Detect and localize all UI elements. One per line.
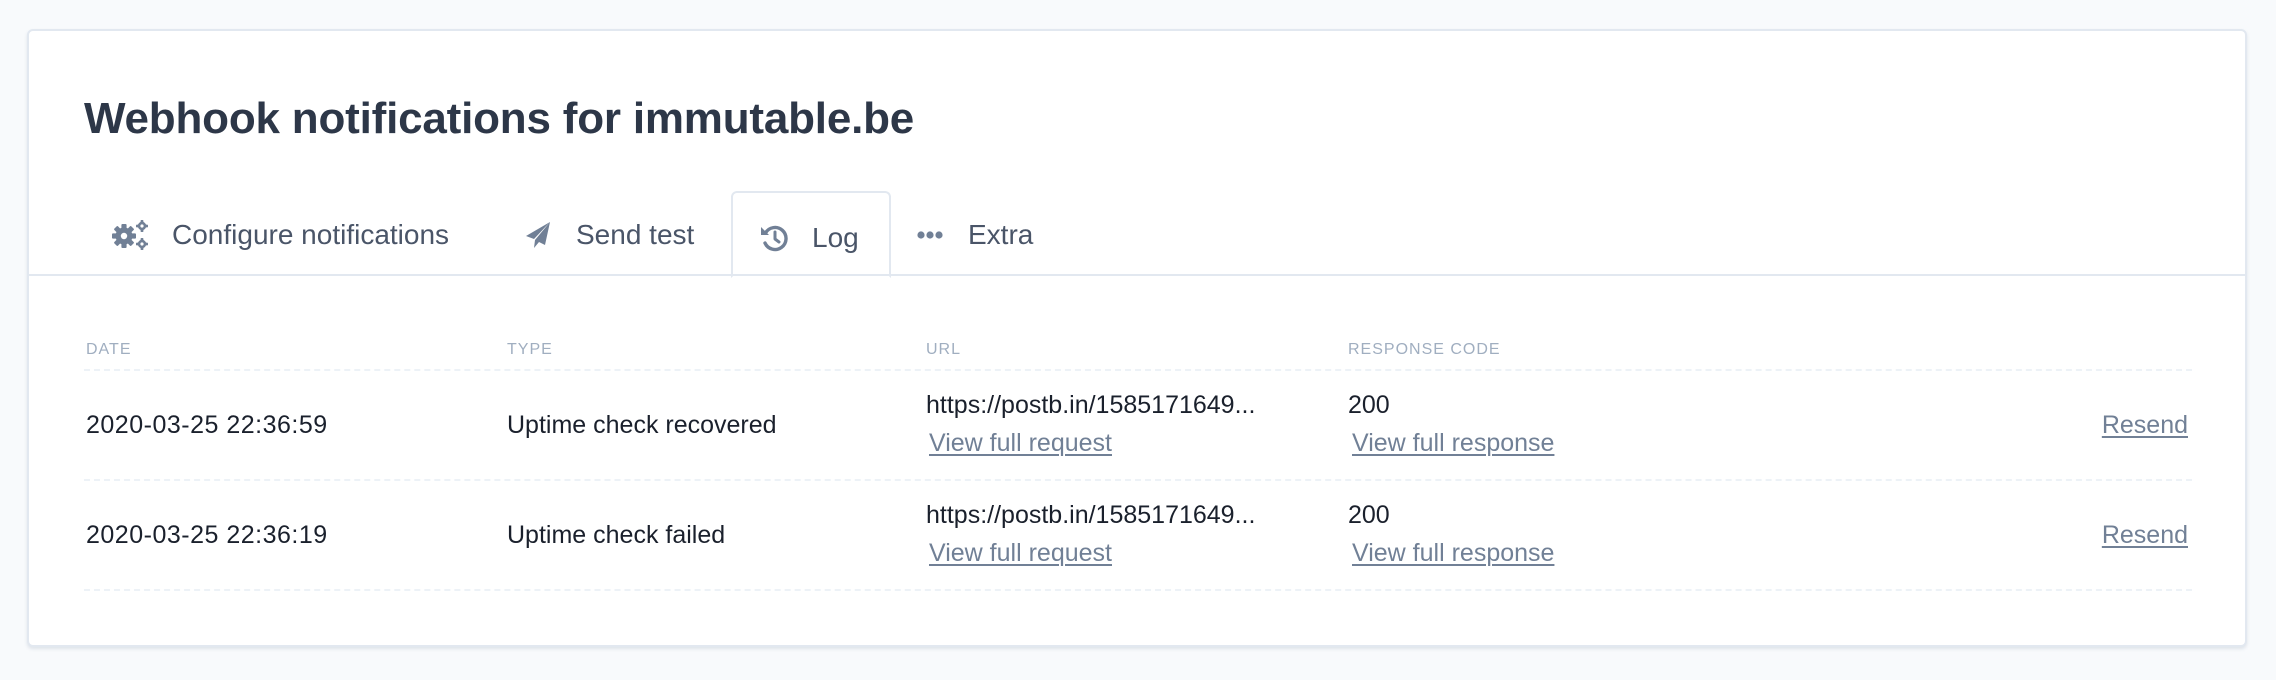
- webhook-notifications-card: Webhook notifications for immutable.be C…: [27, 29, 2247, 647]
- cogs-icon: [112, 219, 149, 250]
- response-code-cell: 200: [1348, 391, 1390, 419]
- tabs-divider: [29, 274, 2245, 276]
- column-header-type: Type: [507, 341, 553, 358]
- tab-extra[interactable]: Extra: [917, 193, 1033, 276]
- type-cell: Uptime check recovered: [507, 411, 777, 439]
- type-cell: Uptime check failed: [507, 521, 726, 549]
- table-header: Date Type URL Response code: [84, 331, 2192, 371]
- date-cell: 2020-03-25 22:36:59: [86, 411, 328, 439]
- column-header-response-code: Response code: [1348, 341, 1501, 358]
- webhook-log-table: Date Type URL Response code 2020-03-25 2…: [84, 331, 2192, 591]
- view-full-request-link[interactable]: View full request: [929, 539, 1112, 568]
- column-header-url: URL: [926, 341, 962, 358]
- tab-label: Configure notifications: [172, 218, 450, 250]
- table-row: 2020-03-25 22:36:19 Uptime check failed …: [84, 481, 2192, 591]
- response-code-cell: 200: [1348, 501, 1390, 529]
- view-full-request-link[interactable]: View full request: [929, 429, 1112, 458]
- column-header-date: Date: [86, 341, 132, 358]
- paper-plane-icon: [525, 221, 551, 249]
- tab-label: Send test: [576, 218, 695, 250]
- tab-configure-notifications[interactable]: Configure notifications: [112, 193, 449, 276]
- ellipsis-icon: [917, 230, 943, 240]
- url-cell: https://postb.in/1585171649...: [926, 501, 1256, 529]
- resend-link[interactable]: Resend: [2102, 411, 2188, 440]
- history-icon: [760, 224, 788, 252]
- tab-label: Log: [812, 221, 859, 253]
- table-row: 2020-03-25 22:36:59 Uptime check recover…: [84, 371, 2192, 481]
- resend-link[interactable]: Resend: [2102, 521, 2188, 550]
- tab-log[interactable]: Log: [731, 191, 891, 278]
- tab-send-test[interactable]: Send test: [525, 193, 694, 276]
- tab-label: Extra: [968, 218, 1034, 250]
- url-cell: https://postb.in/1585171649...: [926, 391, 1256, 419]
- page-title: Webhook notifications for immutable.be: [84, 94, 915, 143]
- view-full-response-link[interactable]: View full response: [1352, 539, 1554, 568]
- view-full-response-link[interactable]: View full response: [1352, 429, 1554, 458]
- date-cell: 2020-03-25 22:36:19: [86, 521, 328, 549]
